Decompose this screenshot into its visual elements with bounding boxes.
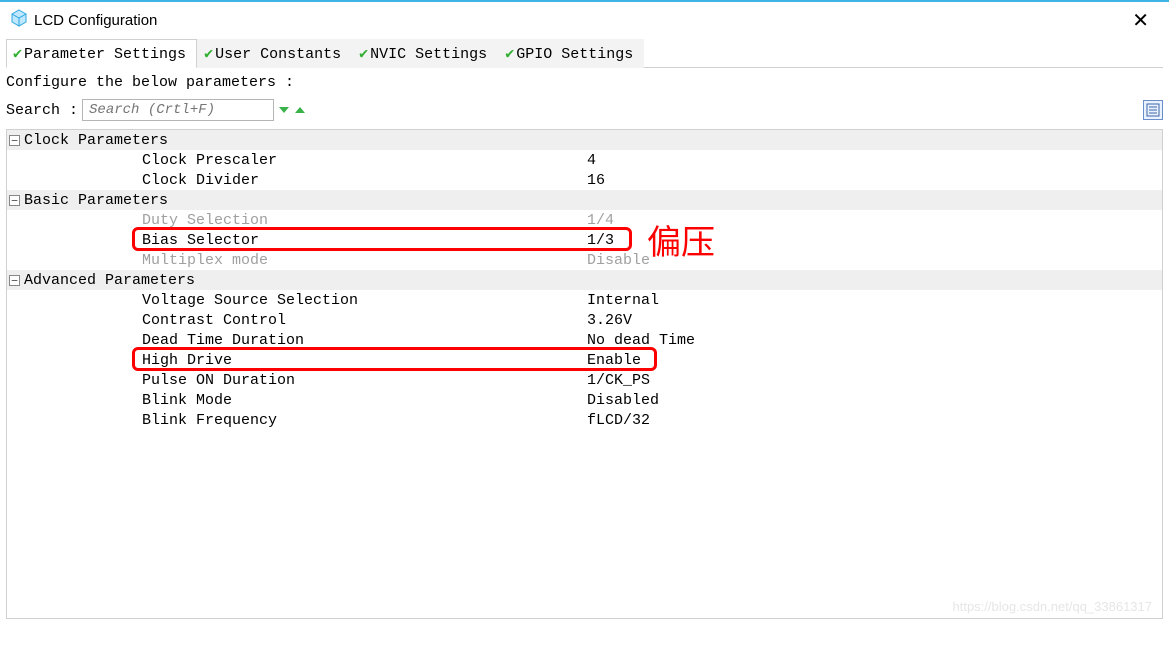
group-label: Clock Parameters — [24, 132, 168, 149]
param-clock-prescaler[interactable]: Clock Prescaler 4 — [7, 150, 1162, 170]
param-high-drive[interactable]: High Drive Enable — [7, 350, 1162, 370]
param-duty-selection: Duty Selection 1/4 — [7, 210, 1162, 230]
param-value: 1/CK_PS — [587, 372, 650, 389]
titlebar: LCD Configuration ✕ — [0, 2, 1169, 39]
param-dead-time[interactable]: Dead Time Duration No dead Time — [7, 330, 1162, 350]
param-label: Pulse ON Duration — [7, 372, 587, 389]
tab-label: Parameter Settings — [24, 46, 186, 63]
tab-label: User Constants — [215, 46, 341, 63]
collapse-icon[interactable]: − — [9, 135, 20, 146]
param-label: Blink Mode — [7, 392, 587, 409]
search-next-button[interactable] — [278, 104, 290, 116]
group-header-clock[interactable]: − Clock Parameters — [7, 130, 1162, 150]
param-voltage-source[interactable]: Voltage Source Selection Internal — [7, 290, 1162, 310]
param-value: Enable — [587, 352, 641, 369]
param-bias-selector[interactable]: Bias Selector 1/3 — [7, 230, 1162, 250]
param-value: 1/3 — [587, 232, 614, 249]
param-value: 4 — [587, 152, 596, 169]
tab-parameter-settings[interactable]: ✔Parameter Settings — [6, 39, 197, 68]
param-label: Bias Selector — [7, 232, 587, 249]
search-input[interactable] — [82, 99, 274, 121]
param-pulse-on[interactable]: Pulse ON Duration 1/CK_PS — [7, 370, 1162, 390]
check-icon: ✔ — [204, 46, 213, 63]
parameter-panel: − Clock Parameters Clock Prescaler 4 Clo… — [6, 129, 1163, 619]
watermark: https://blog.csdn.net/qq_33861317 — [953, 599, 1153, 614]
param-clock-divider[interactable]: Clock Divider 16 — [7, 170, 1162, 190]
instruction-text: Configure the below parameters : — [0, 68, 1169, 99]
param-label: Contrast Control — [7, 312, 587, 329]
param-contrast-control[interactable]: Contrast Control 3.26V — [7, 310, 1162, 330]
tab-nvic-settings[interactable]: ✔NVIC Settings — [352, 39, 498, 68]
collapse-icon[interactable]: − — [9, 195, 20, 206]
param-value: 16 — [587, 172, 605, 189]
param-value: Disable — [587, 252, 650, 269]
tab-bar: ✔Parameter Settings ✔User Constants ✔NVI… — [0, 39, 1169, 68]
param-label: Clock Divider — [7, 172, 587, 189]
group-label: Basic Parameters — [24, 192, 168, 209]
param-label: Clock Prescaler — [7, 152, 587, 169]
check-icon: ✔ — [359, 46, 368, 63]
param-value: fLCD/32 — [587, 412, 650, 429]
param-value: No dead Time — [587, 332, 695, 349]
window-title: LCD Configuration — [34, 12, 1122, 29]
param-label: Voltage Source Selection — [7, 292, 587, 309]
group-header-advanced[interactable]: − Advanced Parameters — [7, 270, 1162, 290]
app-icon — [10, 9, 28, 32]
param-value: 1/4 — [587, 212, 614, 229]
tab-label: GPIO Settings — [516, 46, 633, 63]
group-label: Advanced Parameters — [24, 272, 195, 289]
tab-label: NVIC Settings — [370, 46, 487, 63]
close-button[interactable]: ✕ — [1122, 8, 1159, 33]
search-label: Search : — [6, 102, 78, 119]
param-value: Internal — [587, 292, 659, 309]
param-value: 3.26V — [587, 312, 632, 329]
param-label: Multiplex mode — [7, 252, 587, 269]
search-prev-button[interactable] — [294, 104, 306, 116]
tab-user-constants[interactable]: ✔User Constants — [197, 39, 352, 68]
param-label: High Drive — [7, 352, 587, 369]
param-label: Dead Time Duration — [7, 332, 587, 349]
tab-gpio-settings[interactable]: ✔GPIO Settings — [498, 39, 644, 68]
check-icon: ✔ — [505, 46, 514, 63]
search-row: Search : — [0, 99, 1169, 129]
param-value: Disabled — [587, 392, 659, 409]
param-label: Duty Selection — [7, 212, 587, 229]
param-blink-frequency[interactable]: Blink Frequency fLCD/32 — [7, 410, 1162, 430]
check-icon: ✔ — [13, 46, 22, 63]
group-header-basic[interactable]: − Basic Parameters — [7, 190, 1162, 210]
collapse-icon[interactable]: − — [9, 275, 20, 286]
list-view-button[interactable] — [1143, 100, 1163, 120]
param-multiplex-mode: Multiplex mode Disable — [7, 250, 1162, 270]
param-label: Blink Frequency — [7, 412, 587, 429]
param-blink-mode[interactable]: Blink Mode Disabled — [7, 390, 1162, 410]
